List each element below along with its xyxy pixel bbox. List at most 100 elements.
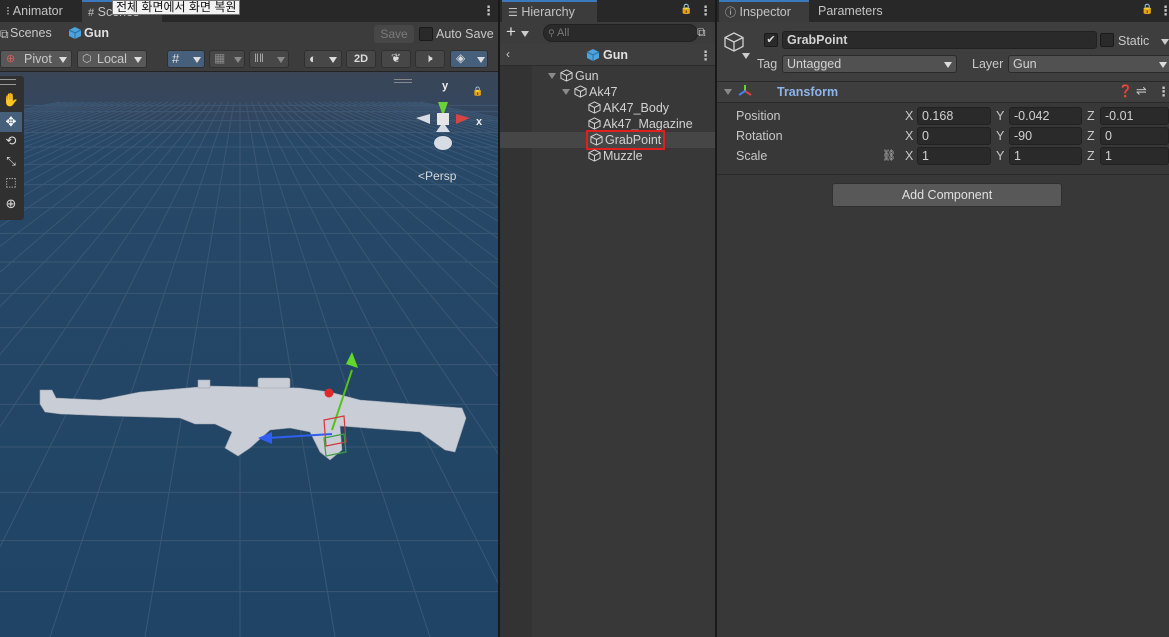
pivot-dropdown[interactable]: ⊕ Pivot: [0, 50, 72, 68]
transform-tool-icon[interactable]: ⊕: [0, 196, 22, 216]
scenes-icon: ⧉: [0, 27, 9, 41]
tool-palette: ✋ ✥ ⟲ ⤡ ⬚ ⊕: [0, 76, 24, 220]
audio-toggle[interactable]: 🕨: [415, 50, 445, 68]
breadcrumb-gun[interactable]: Gun: [84, 26, 109, 40]
effects-dropdown[interactable]: ◈: [450, 50, 488, 68]
constrain-proportions-icon[interactable]: ⛓: [882, 149, 896, 162]
hierarchy-item[interactable]: Ak47: [500, 84, 715, 100]
chevron-down-icon[interactable]: [521, 31, 529, 37]
shading-mode-dropdown[interactable]: ◐: [304, 50, 342, 68]
expand-arrow-icon[interactable]: [548, 73, 556, 79]
chevron-down-icon: [944, 62, 952, 68]
move-tool-icon[interactable]: ✥: [0, 112, 22, 132]
increment-snap-button[interactable]: ‖‖: [249, 50, 289, 68]
list-icon: ☰: [508, 7, 518, 19]
lock-icon[interactable]: 🔒: [472, 86, 483, 97]
orientation-gizmo[interactable]: y x 🔒: [412, 80, 492, 160]
hierarchy-item[interactable]: Gun: [500, 68, 715, 84]
gameobject-icon: [588, 117, 603, 131]
rotation-x-field[interactable]: 0: [917, 127, 991, 145]
layer-dropdown[interactable]: Gun: [1008, 55, 1169, 73]
overlay-drag-handle[interactable]: [394, 79, 412, 83]
auto-save-checkbox[interactable]: [419, 27, 433, 41]
palette-drag-handle[interactable]: [0, 79, 16, 85]
axis-x-label: X: [905, 109, 914, 123]
snap-increment-button[interactable]: ▦: [209, 50, 245, 68]
hierarchy-item-label: Muzzle: [603, 149, 643, 163]
pivot-label: Pivot: [24, 52, 52, 66]
scale-y-field[interactable]: 1: [1009, 147, 1082, 165]
back-arrow-icon[interactable]: ‹: [506, 47, 510, 61]
tab-animator[interactable]: ⁝ Animator: [0, 0, 69, 22]
hierarchy-item-row-content: Ak47_Magazine: [588, 116, 693, 132]
inspector-panel: ⓘ Inspector Parameters 🔒 ⋮ ✔ GrabPoint S…: [717, 0, 1169, 637]
prefab-menu-icon[interactable]: ⋮: [699, 48, 712, 64]
lock-icon[interactable]: 🔒: [1141, 4, 1153, 15]
hierarchy-item[interactable]: GrabPoint: [500, 130, 715, 150]
save-button[interactable]: Save: [374, 25, 414, 43]
hierarchy-item-row-content: GrabPoint: [585, 130, 666, 150]
local-dropdown[interactable]: ⬡ Local: [77, 50, 147, 68]
hierarchy-toolbar: + ⚲ All ⧉: [500, 22, 715, 44]
position-y-field[interactable]: -0.042: [1009, 107, 1082, 125]
divider: [717, 174, 1169, 175]
gizmo-x-label: x: [476, 116, 483, 128]
add-icon[interactable]: +: [506, 22, 516, 42]
chevron-down-icon[interactable]: [742, 53, 750, 59]
scale-z-field[interactable]: 1: [1100, 147, 1169, 165]
static-label: Static: [1118, 34, 1150, 48]
transform-header[interactable]: Transform ❓ ⇌ ⋮: [717, 82, 1169, 103]
inspector-tabbar: ⓘ Inspector Parameters 🔒 ⋮: [717, 0, 1169, 22]
add-component-button[interactable]: Add Component: [832, 183, 1062, 207]
search-filter-icon[interactable]: ⧉: [697, 25, 706, 40]
2d-toggle[interactable]: 2D: [346, 50, 376, 68]
expand-arrow-icon[interactable]: [562, 89, 570, 95]
hierarchy-search-input[interactable]: ⚲ All: [543, 24, 698, 42]
tab-inspector[interactable]: ⓘ Inspector: [719, 0, 809, 22]
help-icon[interactable]: ❓: [1118, 84, 1133, 98]
static-checkbox[interactable]: [1100, 33, 1114, 47]
rect-tool-icon[interactable]: ⬚: [0, 175, 22, 195]
collapse-arrow-icon[interactable]: [724, 89, 732, 95]
hand-tool-icon[interactable]: ✋: [0, 92, 22, 112]
static-chevron-icon[interactable]: [1161, 39, 1169, 45]
tab-parameters-label: Parameters: [818, 4, 883, 18]
hierarchy-item[interactable]: Muzzle: [500, 148, 715, 164]
search-placeholder: All: [557, 27, 570, 39]
prefab-cube-icon: [586, 48, 600, 65]
bulb-icon: ❦: [391, 51, 402, 65]
hierarchy-menu-icon[interactable]: ⋮: [699, 3, 712, 19]
tab-hierarchy[interactable]: ☰ Hierarchy: [502, 0, 597, 22]
hierarchy-item[interactable]: Ak47_Magazine: [500, 116, 715, 132]
breadcrumb-scenes[interactable]: Scenes: [10, 26, 52, 40]
rotate-tool-icon[interactable]: ⟲: [0, 133, 22, 153]
hierarchy-item-row-content: Gun: [560, 68, 599, 84]
scale-label: Scale: [736, 149, 768, 163]
scene-viewport[interactable]: y x 🔒 <Persp ✋ ✥ ⟲ ⤡ ⬚ ⊕: [0, 72, 498, 637]
lock-icon[interactable]: 🔒: [680, 4, 692, 15]
scale-tool-icon[interactable]: ⤡: [0, 154, 22, 174]
prefab-header-title: Gun: [603, 48, 628, 62]
scene-tools-row: ⊕ Pivot ⬡ Local # ▦ ‖‖ ◐ 2D ❦ 🕨 ◈: [0, 46, 498, 72]
tag-dropdown[interactable]: Untagged: [782, 55, 957, 73]
position-z-field[interactable]: -0.01: [1100, 107, 1169, 125]
chevron-left-icon: <: [418, 169, 426, 183]
tab-parameters[interactable]: Parameters: [812, 0, 889, 22]
rotation-z-field[interactable]: 0: [1100, 127, 1169, 145]
rotation-y-field[interactable]: -90: [1009, 127, 1082, 145]
hierarchy-item[interactable]: AK47_Body: [500, 100, 715, 116]
object-name-field[interactable]: GrabPoint: [782, 31, 1097, 49]
lighting-toggle[interactable]: ❦: [381, 50, 411, 68]
transform-menu-icon[interactable]: ⋮: [1157, 84, 1169, 100]
preset-icon[interactable]: ⇌: [1136, 83, 1147, 99]
grid-snap-toggle[interactable]: #: [167, 50, 205, 68]
active-checkbox[interactable]: ✔: [764, 33, 778, 47]
hierarchy-tree: Gun Ak47 AK47_Body Ak47_Magazine GrabPoint Mu…: [500, 68, 715, 178]
persp-label[interactable]: <Persp: [418, 169, 456, 183]
position-x-field[interactable]: 0.168: [917, 107, 991, 125]
scale-x-field[interactable]: 1: [917, 147, 991, 165]
scene-menu-icon[interactable]: ⋮: [482, 3, 495, 19]
inspector-menu-icon[interactable]: ⋮: [1159, 3, 1169, 19]
gameobject-icon: [588, 101, 603, 115]
chevron-down-icon: [1159, 62, 1167, 68]
